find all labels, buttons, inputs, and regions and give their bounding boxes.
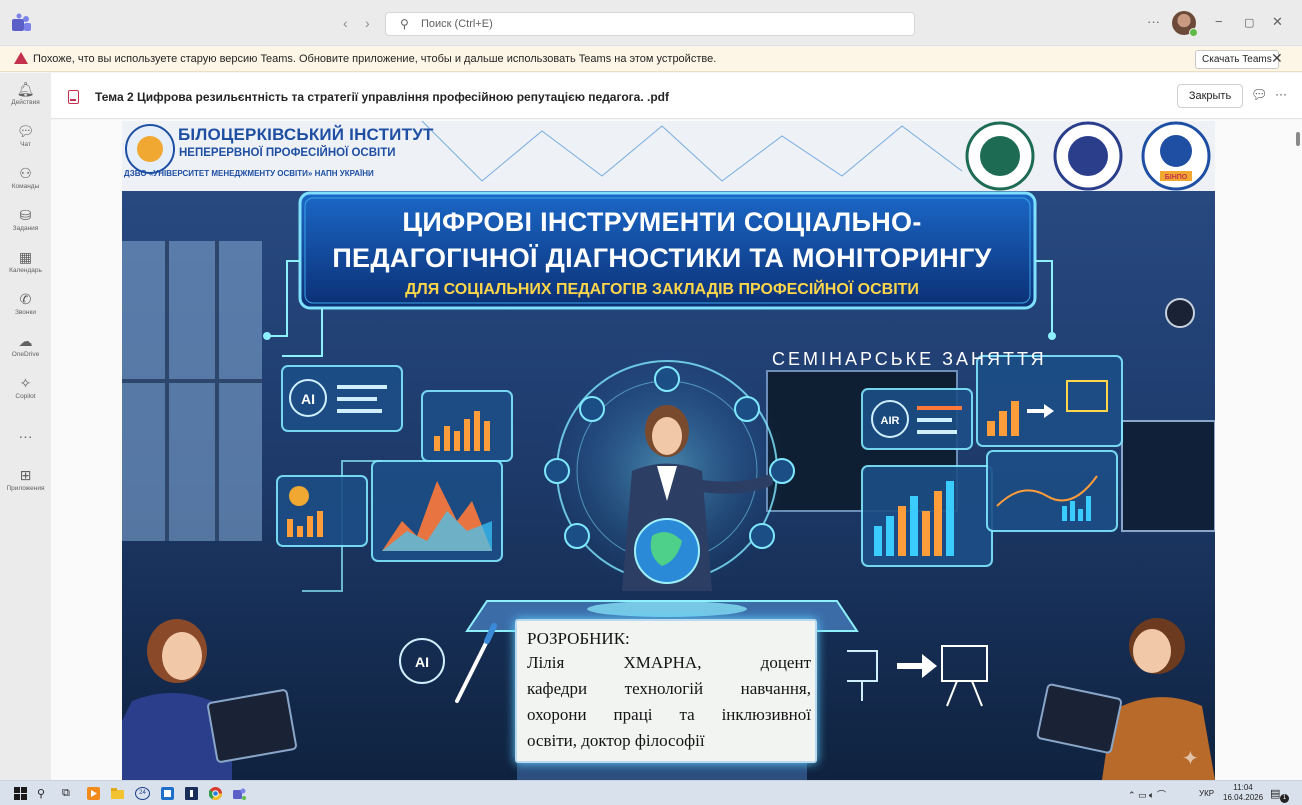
rail-item-label: Приложения xyxy=(6,485,45,492)
avatar[interactable] xyxy=(1172,11,1198,37)
binpo-logo-text: БІНПО xyxy=(1165,174,1188,181)
author-box: РОЗРОБНИК: Лілія ХМАРНА, доцент кафедри … xyxy=(515,619,817,763)
rail-item-label: Звонки xyxy=(15,309,36,316)
update-banner: Похоже, что вы используете старую версию… xyxy=(0,47,1302,72)
more-options-button[interactable]: ··· xyxy=(1147,14,1160,29)
banner-text: Похоже, что вы используете старую версию… xyxy=(33,53,717,65)
sparkle-icon: ✦ xyxy=(1182,748,1199,770)
more-options-button[interactable]: ··· xyxy=(1275,87,1287,101)
scrollbar-thumb[interactable] xyxy=(1296,132,1300,146)
rail-item-copilot[interactable]: ✧ Copilot xyxy=(0,375,51,400)
teams-icon: ⚇ xyxy=(19,165,32,181)
dismiss-banner-button[interactable]: ✕ xyxy=(1271,50,1283,67)
institute-name: БІЛОЦЕРКІВСЬКИЙ ІНСТИТУТ xyxy=(178,125,434,144)
clock-time: 11:04 xyxy=(1233,783,1253,792)
search-icon[interactable]: ⚲ xyxy=(37,787,50,800)
taskbar: ⚲ ⧉ 24 ⌃ ▭ 🔈︎ ⌒ УКР 11:04 16.04.2026 ▤ 1 xyxy=(0,780,1302,805)
download-teams-button[interactable]: Скачать Teams xyxy=(1195,50,1279,69)
pdf-file-icon xyxy=(68,90,79,104)
search-placeholder: Поиск (Ctrl+E) xyxy=(421,18,493,30)
author-line: кафедри технологій навчання, xyxy=(527,679,811,698)
bell-icon: 🔔︎ xyxy=(16,81,35,97)
rail-item-activity[interactable]: 🔔︎ Действия xyxy=(0,81,51,106)
rail-item-assignments[interactable]: ⛁ Задания xyxy=(0,207,51,232)
chat-icon: 💬︎ xyxy=(16,123,35,139)
input-language[interactable]: УКР xyxy=(1199,789,1214,798)
title-bar: ‹ › ⚲ Поиск (Ctrl+E) ··· − ▢ ✕ xyxy=(0,0,1302,46)
rail-item-calendar[interactable]: ▦ Календарь xyxy=(0,249,51,274)
search-icon: ⚲ xyxy=(400,17,409,31)
institute-parent: ДЗВО «УНІВЕРСИТЕТ МЕНЕДЖМЕНТУ ОСВІТИ» НА… xyxy=(124,169,374,178)
rail-item-label: Чат xyxy=(20,141,31,148)
rail-item-label: Календарь xyxy=(9,267,42,274)
rail-item-label: Команды xyxy=(11,183,40,190)
rail-item-chat[interactable]: 💬︎ Чат xyxy=(0,123,51,148)
copilot-icon: ✧ xyxy=(19,375,32,391)
search-input[interactable]: ⚲ Поиск (Ctrl+E) xyxy=(385,12,915,36)
warning-icon xyxy=(14,52,28,64)
file-explorer-icon[interactable] xyxy=(111,787,124,800)
book-icon[interactable] xyxy=(185,787,198,800)
system-tray-icons[interactable]: ⌃ ▭ 🔈︎ ⌒ xyxy=(1128,788,1166,801)
document-header: Тема 2 Цифрова резильєнтність та стратег… xyxy=(51,73,1302,119)
rail-item-label: Задания xyxy=(12,225,39,232)
close-window-button[interactable]: ✕ xyxy=(1272,14,1283,30)
scrollbar[interactable] xyxy=(1291,121,1301,777)
chat-bubble-icon[interactable]: 💬︎ xyxy=(1251,87,1268,103)
onedrive-icon: ☁ xyxy=(18,333,33,349)
rail-item-calls[interactable]: ✆ Звонки xyxy=(0,291,51,316)
close-document-button[interactable]: Закрыть xyxy=(1177,84,1243,108)
author-line: Лілія ХМАРНА, доцент xyxy=(527,653,811,672)
author-line: освіти, доктор філософії xyxy=(527,731,705,750)
pdf-page: БІНПО AI AIR AI БІЛОЦЕРКІВСЬКИЙ ІНСТИТУТ… xyxy=(122,121,1215,780)
air-label: AIR xyxy=(881,415,900,427)
restore-button[interactable]: ▢ xyxy=(1244,16,1254,29)
rail-item-more[interactable]: ··· xyxy=(0,428,51,444)
clock-date: 16.04.2026 xyxy=(1223,793,1264,802)
teams-taskbar-icon[interactable] xyxy=(233,787,246,800)
calendar-icon: ▦ xyxy=(18,249,33,265)
rail-item-apps[interactable]: ⊞ Приложения xyxy=(0,467,51,492)
apps-icon: ⊞ xyxy=(19,467,32,483)
forward-button[interactable]: › xyxy=(365,15,370,31)
rail-item-teams[interactable]: ⚇ Команды xyxy=(0,165,51,190)
back-button[interactable]: ‹ xyxy=(343,15,348,31)
slide-title-line1: ЦИФРОВІ ІНСТРУМЕНТИ СОЦІАЛЬНО- xyxy=(402,207,922,237)
rail-item-onedrive[interactable]: ☁ OneDrive xyxy=(0,333,51,358)
assignments-icon: ⛁ xyxy=(19,207,32,223)
windows-start-icon[interactable] xyxy=(14,787,27,800)
task-view-icon[interactable]: ⧉ xyxy=(62,787,75,800)
app-rail: 🔔︎ Действия 💬︎ Чат ⚇ Команды ⛁ Задания ▦ Кале… xyxy=(0,73,51,780)
slide-title-line2: ПЕДАГОГІЧНОЇ ДІАГНОСТИКИ ТА МОНІТОРИНГУ xyxy=(332,243,992,273)
ai-brain-label: AI xyxy=(415,654,429,670)
rail-item-label: Copilot xyxy=(15,393,36,400)
author-heading: РОЗРОБНИК: xyxy=(527,629,630,648)
notification-count-badge: 1 xyxy=(1280,794,1289,803)
phone-icon: ✆ xyxy=(19,291,32,307)
badge-24-icon[interactable]: 24 xyxy=(135,787,150,800)
media-player-icon[interactable] xyxy=(87,787,100,800)
minimize-button[interactable]: − xyxy=(1215,14,1223,29)
institute-subtitle: НЕПЕРЕРВНОЇ ПРОФЕСІЙНОЇ ОСВІТИ xyxy=(179,147,396,159)
chrome-icon[interactable] xyxy=(209,787,222,800)
document-title: Тема 2 Цифрова резильєнтність та стратег… xyxy=(95,90,669,104)
more-icon: ··· xyxy=(18,428,33,444)
slide-subtitle: ДЛЯ СОЦІАЛЬНИХ ПЕДАГОГІВ ЗАКЛАДІВ ПРОФЕС… xyxy=(405,281,919,298)
author-line: охорони праці та інклюзивної xyxy=(527,705,811,724)
ai-label: AI xyxy=(301,391,315,407)
rail-item-label: Действия xyxy=(11,99,40,106)
clock[interactable]: 11:04 16.04.2026 xyxy=(1223,783,1263,803)
rail-item-label: OneDrive xyxy=(11,351,40,358)
presence-available-icon xyxy=(1189,28,1198,37)
outlook-icon[interactable] xyxy=(161,787,174,800)
seminar-label: СЕМІНАРСЬКЕ ЗАНЯТТЯ xyxy=(772,349,1047,369)
teams-logo-icon[interactable] xyxy=(10,13,32,33)
